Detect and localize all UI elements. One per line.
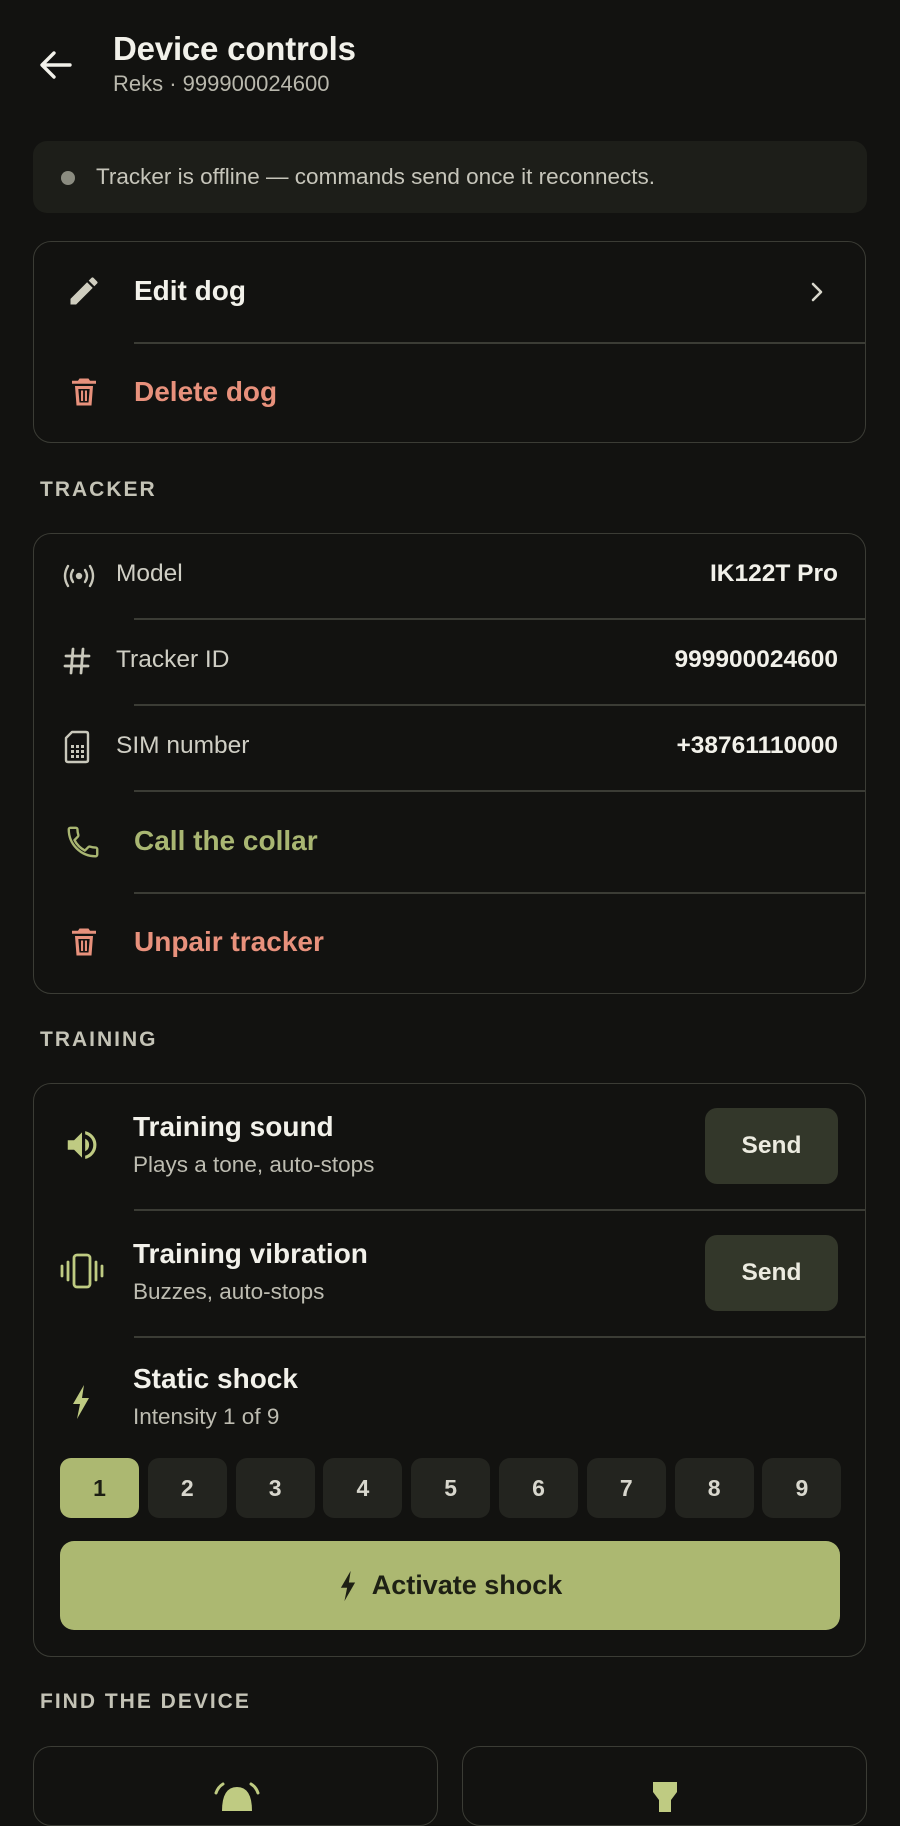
page-subtitle: Reks · 999900024600 (113, 71, 330, 96)
sim-row: SIM number +38761110000 (34, 706, 864, 790)
tracker-id-label: Tracker ID (116, 646, 230, 673)
status-dot (61, 171, 75, 185)
chevron-right-icon (811, 282, 823, 302)
lightning-icon (340, 1570, 355, 1601)
training-vibration-title: Training vibration (133, 1238, 368, 1269)
activate-shock-label: Activate shock (371, 1570, 563, 1600)
trash-icon (72, 928, 96, 956)
send-vibration-button[interactable]: Send (705, 1235, 838, 1311)
call-collar-label: Call the collar (134, 825, 318, 856)
model-label: Model (116, 560, 183, 587)
find-device-section-title: FIND THE DEVICE (40, 1690, 251, 1713)
hash-icon (63, 647, 91, 675)
alarm-icon (214, 1782, 260, 1811)
intensity-level-4[interactable]: 4 (323, 1458, 403, 1518)
intensity-level-7[interactable]: 7 (586, 1458, 666, 1518)
tracker-id-value: 999900024600 (674, 646, 838, 673)
training-vibration-row: Training vibration Buzzes, auto-stops Se… (34, 1211, 864, 1336)
static-shock-subtitle: Intensity 1 of 9 (133, 1404, 280, 1429)
sim-number-label: SIM number (116, 732, 250, 759)
send-sound-button[interactable]: Send (705, 1108, 838, 1184)
training-sound-title: Training sound (133, 1111, 334, 1142)
intensity-level-5[interactable]: 5 (411, 1458, 491, 1518)
static-shock-title: Static shock (133, 1363, 298, 1394)
intensity-level-3[interactable]: 3 (235, 1458, 315, 1518)
broadcast-icon (63, 564, 95, 588)
training-sound-row: Training sound Plays a tone, auto-stops … (34, 1084, 864, 1209)
intensity-level-2[interactable]: 2 (147, 1458, 227, 1518)
delete-dog-label: Delete dog (134, 376, 278, 407)
arrow-left-icon (40, 51, 72, 79)
activate-shock-button[interactable]: Activate shock (60, 1541, 840, 1630)
edit-dog-label: Edit dog (134, 275, 246, 306)
tracker-id-row: Tracker ID 999900024600 (34, 620, 864, 704)
sim-card-icon (64, 730, 90, 764)
flashlight-icon (653, 1782, 677, 1812)
back-button[interactable] (34, 43, 78, 87)
page-title: Device controls (113, 30, 356, 67)
dog-actions-card: Edit dog Delete dog (33, 241, 866, 443)
tracker-card: Model IK122T Pro Tracker ID 999900024600… (33, 533, 866, 994)
intensity-level-9[interactable]: 9 (762, 1458, 842, 1518)
intensity-level-6[interactable]: 6 (499, 1458, 578, 1518)
find-option-card[interactable] (462, 1746, 867, 1826)
intensity-level-1[interactable]: 1 (60, 1458, 139, 1518)
edit-dog-row[interactable]: Edit dog (34, 242, 864, 342)
model-value: IK122T Pro (710, 560, 838, 587)
static-shock-row: Static shock Intensity 1 of 9 (34, 1338, 864, 1448)
unpair-tracker-row[interactable]: Unpair tracker (34, 894, 864, 993)
phone-icon (67, 826, 99, 858)
call-collar-row[interactable]: Call the collar (34, 792, 864, 892)
speaker-icon (67, 1131, 97, 1159)
trash-icon (72, 378, 96, 406)
intensity-level-8[interactable]: 8 (674, 1458, 754, 1518)
offline-banner: Tracker is offline — commands send once … (33, 141, 867, 213)
model-row: Model IK122T Pro (34, 534, 864, 618)
find-option-card[interactable] (33, 1746, 438, 1826)
vibration-icon (60, 1253, 104, 1289)
offline-banner-text: Tracker is offline — commands send once … (96, 164, 655, 189)
unpair-tracker-label: Unpair tracker (134, 926, 324, 957)
tracker-section-title: TRACKER (40, 478, 157, 501)
pencil-icon (70, 277, 98, 305)
delete-dog-row[interactable]: Delete dog (34, 344, 864, 442)
lightning-icon (73, 1385, 89, 1419)
sim-number-value: +38761110000 (676, 732, 839, 759)
training-section-title: TRAINING (40, 1028, 158, 1051)
training-vibration-subtitle: Buzzes, auto-stops (133, 1279, 325, 1304)
training-sound-subtitle: Plays a tone, auto-stops (133, 1152, 375, 1177)
training-card: Training sound Plays a tone, auto-stops … (33, 1083, 866, 1657)
